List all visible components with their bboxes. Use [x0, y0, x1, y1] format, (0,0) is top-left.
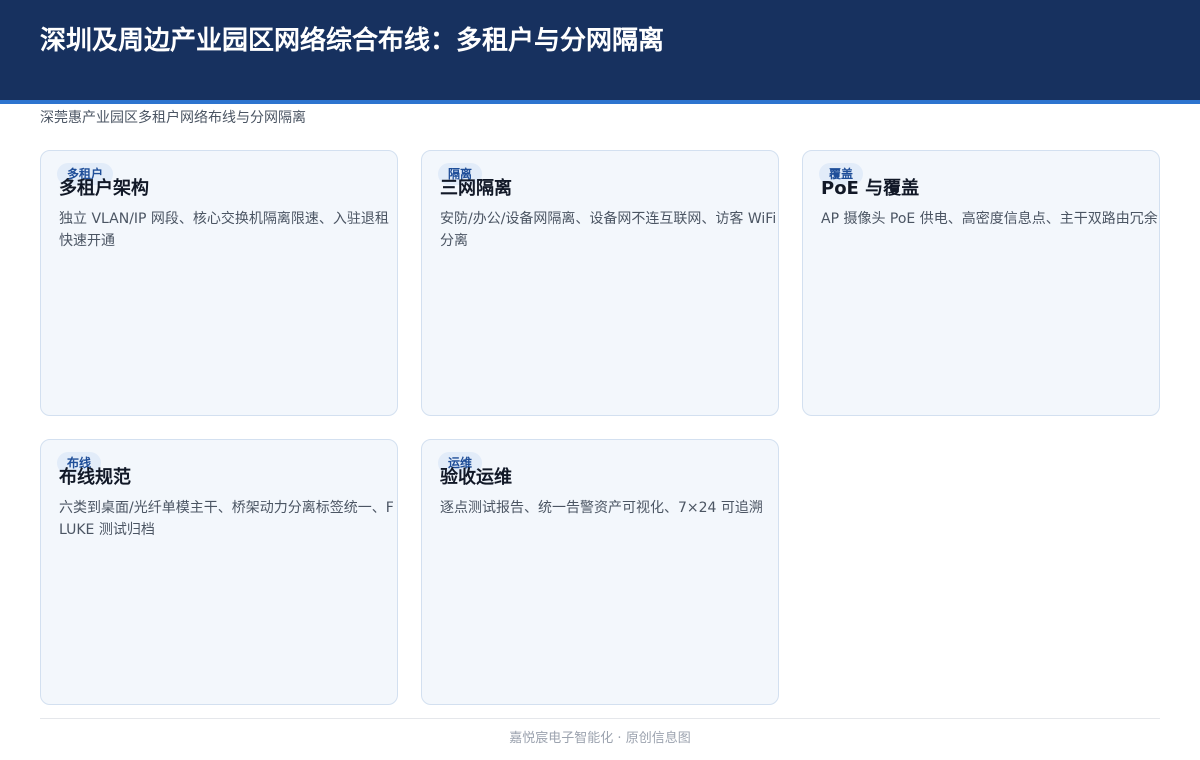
card-isolation: 隔离 三网隔离 安防/办公/设备网隔离、设备网不连互联网、访客 WiFi 分离 [421, 150, 779, 416]
card-title: 布线规范 [59, 467, 131, 488]
card-description: 安防/办公/设备网隔离、设备网不连互联网、访客 WiFi 分离 [440, 211, 777, 249]
page-subtitle: 深莞惠产业园区多租户网络布线与分网隔离 [40, 110, 306, 126]
card-description: 逐点测试报告、统一告警资产可视化、7×24 可追溯 [440, 500, 763, 516]
card-title: 三网隔离 [440, 178, 512, 199]
card-poe-coverage: 覆盖 PoE 与覆盖 AP 摄像头 PoE 供电、高密度信息点、主干双路由冗余 [802, 150, 1160, 416]
card-title: 多租户架构 [59, 178, 149, 199]
card-acceptance-ops: 运维 验收运维 逐点测试报告、统一告警资产可视化、7×24 可追溯 [421, 439, 779, 705]
card-description: 独立 VLAN/IP 网段、核心交换机隔离限速、入驻退租快速开通 [59, 211, 389, 249]
card-description: AP 摄像头 PoE 供电、高密度信息点、主干双路由冗余 [821, 211, 1158, 227]
card-title: PoE 与覆盖 [821, 178, 920, 199]
card-multi-tenant: 多租户 多租户架构 独立 VLAN/IP 网段、核心交换机隔离限速、入驻退租快速… [40, 150, 398, 416]
footer-credit: 嘉悦宸电子智能化 · 原创信息图 [509, 731, 691, 746]
card-description: 六类到桌面/光纤单模主干、桥架动力分离标签统一、FLUKE 测试归档 [59, 500, 394, 538]
header-bar: 深圳及周边产业园区网络综合布线：多租户与分网隔离 [0, 0, 1200, 104]
card-title: 验收运维 [440, 467, 512, 488]
footer-divider [40, 718, 1160, 719]
page-title: 深圳及周边产业园区网络综合布线：多租户与分网隔离 [40, 26, 665, 56]
card-cabling-standards: 布线 布线规范 六类到桌面/光纤单模主干、桥架动力分离标签统一、FLUKE 测试… [40, 439, 398, 705]
